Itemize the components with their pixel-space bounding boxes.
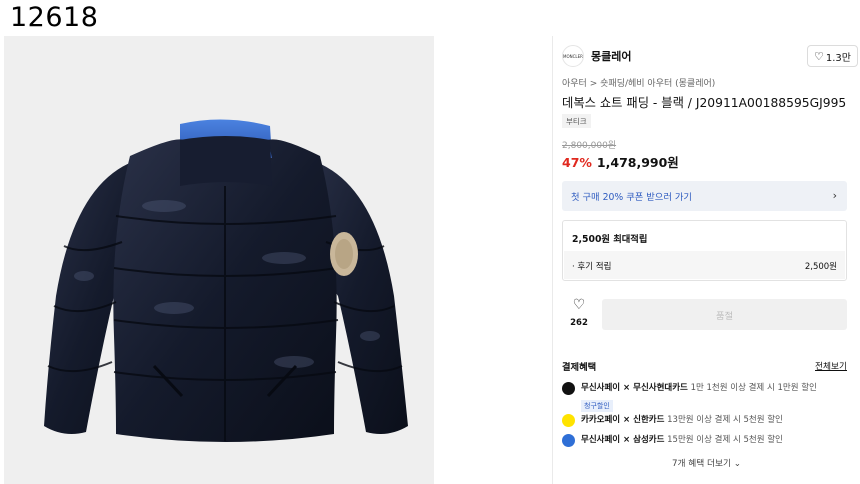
brand-like-button[interactable]: ♡ 1.3만 <box>807 45 858 67</box>
page-id-label: 12618 <box>10 2 99 33</box>
kakaopay-icon <box>562 414 575 427</box>
breadcrumb-separator-icon: > <box>589 79 598 89</box>
jacket-illustration <box>44 119 408 442</box>
benefit-detail: 13만원 이상 결제 시 5천원 할인 <box>667 415 783 425</box>
benefit-badge: 청구할인 <box>581 400 613 412</box>
more-benefits-button[interactable]: 7개 혜택 더보기 ⌄ <box>553 456 860 469</box>
discount-rate: 47% <box>562 155 592 170</box>
original-price: 2,800,000원 <box>562 141 617 151</box>
product-image[interactable] <box>4 36 434 484</box>
product-info-panel: MONCLER 몽클레어 ♡ 1.3만 아우터 > 숏패딩/헤비 아우터 (몽클… <box>553 36 860 484</box>
breadcrumb: 아우터 > 숏패딩/헤비 아우터 (몽클레어) <box>562 76 715 89</box>
sale-price: 1,478,990원 <box>596 155 679 170</box>
points-row-label: · 후기 적립 <box>572 262 612 272</box>
brand-row: MONCLER 몽클레어 ♡ 1.3만 <box>562 45 858 67</box>
price-row: 47% 1,478,990원 <box>562 152 679 171</box>
points-box: 2,500원 최대적립 · 후기 적립 2,500원 <box>562 220 847 281</box>
product-title: 데복스 쇼트 패딩 - 블랙 / J20911A00188595GJ995 <box>562 96 847 110</box>
benefit-card: 카카오페이 × 신한카드 <box>581 415 665 425</box>
heart-outline-icon: ♡ <box>572 297 586 313</box>
benefit-detail: 1만 1천원 이상 결제 시 1만원 할인 <box>690 383 817 393</box>
brand-name-link[interactable]: 몽클레어 <box>591 48 631 64</box>
wishlist-button[interactable]: ♡ 262 <box>562 298 596 332</box>
breadcrumb-item[interactable]: 숏패딩/헤비 아우터 (몽클레어) <box>600 79 715 89</box>
boutique-tag: 부티크 <box>562 114 591 128</box>
samsung-card-icon <box>562 434 575 447</box>
breadcrumb-item[interactable]: 아우터 <box>562 79 587 89</box>
benefits-see-all-link[interactable]: 전체보기 <box>815 359 847 372</box>
brand-like-count: 1.3만 <box>825 52 851 64</box>
sold-out-button[interactable]: 품절 <box>602 299 847 330</box>
more-benefits-label: 7개 혜택 더보기 <box>671 459 731 469</box>
benefit-item: 무신사페이 × 삼성카드 15만원 이상 결제 시 5천원 할인 <box>562 433 783 447</box>
points-row: · 후기 적립 2,500원 <box>564 251 845 279</box>
benefit-card: 무신사페이 × 삼성카드 <box>581 435 665 445</box>
benefit-item: 무신사페이 × 무신사현대카드 1만 1천원 이상 결제 시 1만원 할인 청구… <box>562 381 817 412</box>
benefit-card: 무신사페이 × 무신사현대카드 <box>581 383 688 393</box>
wishlist-count: 262 <box>570 318 588 328</box>
musinsa-pay-icon <box>562 382 575 395</box>
points-headline: 2,500원 최대적립 <box>572 234 648 245</box>
coupon-text: 첫 구매 20% 쿠폰 받으러 가기 <box>571 192 692 203</box>
chevron-down-icon: ⌄ <box>733 459 742 469</box>
heart-outline-icon: ♡ <box>814 49 824 63</box>
chevron-right-icon: › <box>832 189 837 202</box>
brand-logo-icon[interactable]: MONCLER <box>562 45 584 67</box>
benefit-detail: 15만원 이상 결제 시 5천원 할인 <box>667 435 783 445</box>
coupon-banner[interactable]: 첫 구매 20% 쿠폰 받으러 가기 › <box>562 181 847 211</box>
points-row-value: 2,500원 <box>804 262 837 272</box>
benefit-item: 카카오페이 × 신한카드 13만원 이상 결제 시 5천원 할인 <box>562 413 783 427</box>
benefits-title: 결제혜택 <box>562 362 597 373</box>
image-side-area <box>434 36 552 484</box>
